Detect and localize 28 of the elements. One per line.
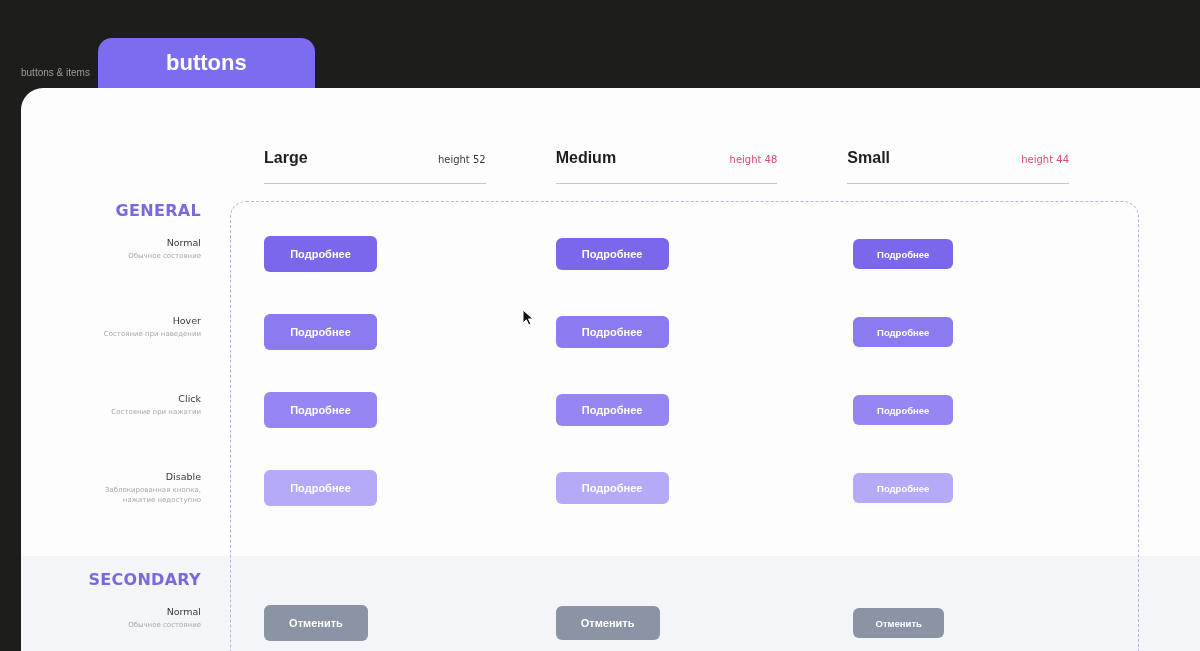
height-note: height 52 (437, 153, 486, 167)
action-button[interactable]: Подробнее (264, 236, 377, 272)
state-label: Normal (166, 237, 201, 249)
column-title: Medium (555, 148, 617, 168)
action-button[interactable]: Подробнее (264, 392, 377, 428)
section-title: SECONDARY (88, 571, 201, 589)
action-button[interactable]: Подробнее (555, 316, 669, 348)
action-button[interactable]: Подробнее (853, 239, 954, 269)
page-tab[interactable]: buttons (97, 38, 315, 88)
height-note: height 44 (1021, 153, 1069, 167)
section-title: GENERAL (115, 202, 201, 220)
action-button[interactable]: Подробнее (264, 314, 377, 350)
state-label: Click (178, 393, 201, 405)
action-button[interactable]: Подробнее (853, 317, 954, 347)
column-title: Small (847, 148, 891, 168)
action-button[interactable]: Отменить (264, 605, 368, 641)
cursor-arrow-icon (522, 309, 534, 326)
action-button[interactable]: Подробнее (555, 394, 669, 426)
height-note: height 48 (729, 153, 778, 167)
state-label: Normal (166, 606, 201, 618)
state-label: Hover (172, 315, 201, 327)
action-button[interactable]: Отменить (555, 606, 660, 640)
breadcrumb: buttons & items (21, 67, 90, 78)
action-button[interactable]: Подробнее (853, 395, 954, 425)
action-button[interactable]: Подробнее (555, 238, 669, 270)
column-title: Large (264, 148, 308, 168)
state-label: Disable (165, 471, 201, 483)
action-button[interactable]: Отменить (853, 608, 945, 638)
